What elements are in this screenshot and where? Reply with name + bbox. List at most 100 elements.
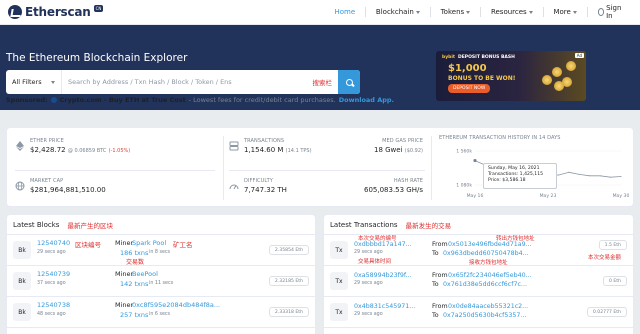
to-address-link[interactable]: 0x761d38e5dd6ccf6cf7c... (443, 281, 527, 288)
txn-count-link[interactable]: 142 txns (120, 280, 148, 288)
from-address-link[interactable]: 0x65f2fc234046ef5eb40... (448, 272, 532, 279)
market-cap-label: MARKET CAP (30, 178, 64, 184)
sponsor-name[interactable]: Crypto.com - Buy ETH at True Cost (60, 96, 186, 104)
difficulty-value[interactable]: 7,747.32 TH (244, 186, 287, 194)
from-address-link[interactable]: 0x0de84aaceb55321c2... (448, 303, 528, 310)
ad-deposit-button[interactable]: DEPOSIT NOW (448, 84, 491, 93)
latest-blocks-title: Latest Blocks (13, 220, 60, 229)
block-number-link[interactable]: 12540740 (37, 239, 70, 247)
ad-subtitle: BONUS TO BE WON! (448, 75, 516, 82)
block-row: Bk 12540738 48 secs ago Miner 0xc8f595e2… (7, 297, 315, 328)
txn-hash-link[interactable]: 0xdbbbd17a147... (354, 241, 412, 248)
chevron-down-icon (415, 10, 420, 14)
top-navbar: Etherscan CN Home Blockchain Tokens Reso… (0, 0, 640, 25)
chevron-down-icon (466, 10, 471, 14)
y-tick-label: 1 080k (456, 183, 472, 189)
filter-dropdown[interactable]: All Filters (6, 70, 62, 94)
to-label: To (432, 281, 439, 288)
miner-link[interactable]: 0xc8f595e2084db484f8a... (132, 301, 220, 309)
data-point (568, 171, 570, 173)
nav-blockchain-label: Blockchain (375, 8, 414, 16)
nav-tokens-label: Tokens (440, 8, 465, 16)
nav-more-label: More (553, 8, 571, 16)
coins-illustration (540, 59, 580, 95)
nav-home[interactable]: Home (326, 8, 363, 16)
divider (431, 136, 432, 200)
from-address-link[interactable]: 0x5013e496fbde4d71a9... (448, 241, 532, 248)
ether-price-value-row: $2,428.72 @ 0.06859 BTC (-1.05%) (30, 146, 130, 154)
txn-hash-link[interactable]: 0x4b831c545971... (354, 303, 415, 310)
data-point (599, 175, 601, 177)
to-label: To (432, 250, 439, 257)
difficulty-label: DIFFICULTY (244, 178, 273, 184)
block-reward: 2.32185 Eth (268, 276, 309, 286)
hash-rate-value[interactable]: 605,083.53 GH/s (337, 186, 423, 194)
block-row: Bk 12540739 37 secs ago Miner BeePool 14… (7, 266, 315, 297)
txn-amount: 1.5 Eth (598, 240, 627, 250)
nav-divider (365, 7, 366, 17)
txn-badge: Tx (330, 272, 348, 290)
filter-label: All Filters (12, 78, 42, 86)
difficulty-stat: DIFFICULTY 7,747.32 TH (229, 178, 287, 194)
ad-brand: bybit (442, 55, 456, 60)
block-number-link[interactable]: 12540738 (37, 301, 70, 309)
miner-link[interactable]: BeePool (132, 270, 158, 278)
chart-tooltip: Sunday, May 16, 2021 Transactions: 1,425… (483, 163, 557, 189)
y-tick-label: 1 560k (456, 149, 472, 155)
txn-time-annotation: 交易具体时间 (358, 259, 392, 265)
transaction-history-chart: ETHEREUM TRANSACTION HISTORY IN 14 DAYS … (439, 135, 629, 203)
divider (15, 170, 215, 171)
txn-amount: 0.02777 Eth (586, 307, 627, 317)
search-input[interactable]: Search by Address / Txn Hash / Block / T… (62, 77, 338, 87)
transactions-value[interactable]: 1,154.60 M (244, 146, 283, 154)
block-reward: 2.33318 Eth (268, 307, 309, 317)
latest-blocks-header: Latest Blocks 最新产生的区块 (7, 215, 315, 235)
txn-badge: Tx (330, 303, 348, 321)
nav-more[interactable]: More (545, 8, 584, 16)
latest-blocks-annotation: 最新产生的区块 (67, 221, 113, 230)
ether-btc-value: @ 0.06859 BTC (67, 148, 107, 154)
ethereum-icon (16, 141, 24, 151)
download-app-link[interactable]: Download App. (339, 96, 394, 104)
miner-annotation: 矿工名 (173, 241, 193, 249)
search-button[interactable] (338, 70, 360, 94)
block-age: 37 secs ago (37, 281, 66, 286)
globe-icon (15, 181, 25, 191)
to-address-link[interactable]: 0x7a250d5630b4cf5357... (443, 312, 526, 319)
block-number-link[interactable]: 12540739 (37, 270, 70, 278)
etherscan-logo[interactable]: Etherscan CN (8, 4, 326, 19)
gauge-icon (229, 184, 239, 190)
nav-resources[interactable]: Resources (483, 8, 541, 16)
gas-price-value-row: 18 Gwei ($0.92) (337, 146, 423, 154)
txn-count-link[interactable]: 186 txns (120, 249, 148, 257)
transaction-row: 本次交易的编号 转出方钱包地址 Tx 0xdbbbd17a147... 29 s… (324, 235, 633, 266)
ether-price-value[interactable]: $2,428.72 (30, 146, 66, 154)
data-point (589, 175, 591, 177)
gas-price-value[interactable]: 18 Gwei (374, 146, 403, 154)
to-address-link[interactable]: 0x963dbedd60750478b4... (443, 250, 529, 257)
sign-in-label: Sign In (606, 4, 622, 20)
logo-text: Etherscan (25, 5, 91, 19)
miner-label: Miner (115, 239, 134, 247)
x-tick-label: May 30 (613, 193, 629, 199)
nav-divider (542, 7, 544, 17)
server-icon (229, 141, 239, 151)
nav-tokens[interactable]: Tokens (433, 8, 479, 16)
sign-in-link[interactable]: Sign In (590, 4, 632, 20)
miner-link[interactable]: Spark Pool (132, 239, 166, 247)
transactions-value-row: 1,154.60 M (14.1 TPS) (244, 146, 312, 154)
nav-blockchain[interactable]: Blockchain (368, 8, 428, 16)
from-label: From (432, 241, 448, 248)
crypto-com-icon (50, 97, 57, 103)
txn-hash-link[interactable]: 0xa58994b23f9f... (354, 272, 412, 279)
block-badge: Bk (13, 303, 31, 321)
txn-count-link[interactable]: 257 txns (120, 311, 148, 319)
divider (223, 136, 224, 200)
block-badge: Bk (13, 241, 31, 259)
ad-amount: $1,000 (448, 63, 487, 74)
from-label: From (432, 272, 448, 279)
gas-price-label: MED GAS PRICE (382, 138, 423, 144)
block-number-annotation: 区块编号 (75, 241, 101, 249)
ad-banner[interactable]: bybit DEPOSIT BONUS BASH $1,000 BONUS TO… (436, 51, 586, 101)
data-point (610, 176, 612, 178)
